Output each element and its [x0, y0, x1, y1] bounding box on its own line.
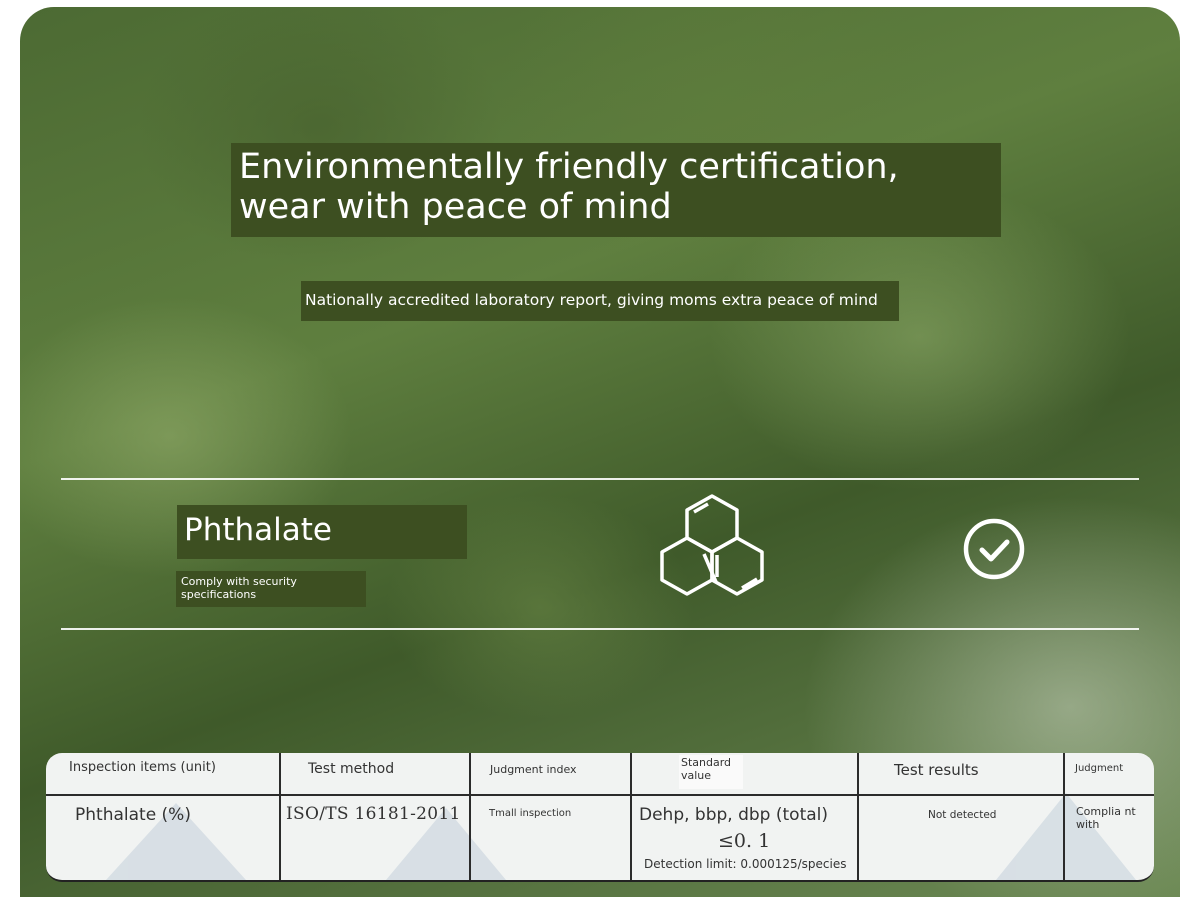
- column-header: Judgment: [1075, 763, 1124, 774]
- feature-name: Phthalate: [177, 505, 467, 559]
- table-header-divider: [46, 794, 1154, 796]
- page-title: Environmentally friendly certification, …: [231, 143, 1001, 237]
- check-circle-icon: [963, 518, 1025, 580]
- hero-background: Environmentally friendly certification, …: [20, 7, 1180, 897]
- column-divider: [279, 753, 281, 880]
- cell-index: Tmall inspection: [489, 808, 572, 819]
- cell-judgment: Complia nt with: [1076, 805, 1136, 831]
- column-header: Test method: [308, 761, 395, 777]
- cell-result: Not detected: [928, 809, 997, 821]
- inspection-table: Inspection items (unit) Test method Judg…: [46, 753, 1154, 882]
- column-header: Test results: [894, 761, 979, 779]
- page-subtitle: Nationally accredited laboratory report,…: [301, 281, 899, 321]
- column-header: Inspection items (unit): [69, 760, 216, 775]
- molecule-hexagon-icon: [660, 494, 764, 596]
- bottom-divider: [61, 628, 1139, 630]
- column-divider: [469, 753, 471, 880]
- column-header: Judgment index: [490, 763, 577, 776]
- column-divider: [1063, 753, 1065, 880]
- feature-caption: Comply with security specifications: [176, 571, 366, 607]
- cell-item: Phthalate (%): [75, 805, 191, 825]
- cell-method: ISO/TS 16181-2011: [286, 804, 461, 824]
- cell-standard-limit: ≤0. 1: [718, 830, 771, 852]
- cell-detection-limit: Detection limit: 0.000125/species: [644, 857, 847, 871]
- top-divider: [61, 478, 1139, 480]
- column-divider: [857, 753, 859, 880]
- cell-standard: Dehp, bbp, dbp (total): [639, 805, 829, 825]
- column-divider: [630, 753, 632, 880]
- column-header: Standard value: [679, 755, 743, 789]
